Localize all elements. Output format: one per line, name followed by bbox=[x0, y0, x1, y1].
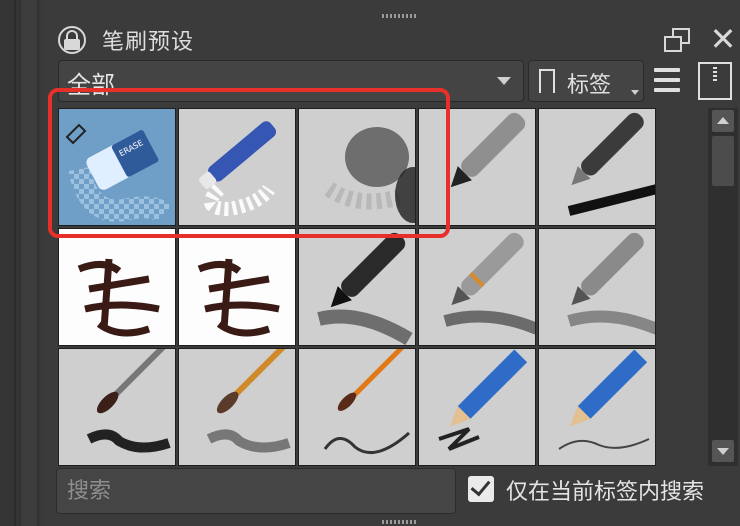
lock-icon[interactable] bbox=[58, 26, 86, 54]
preset-tile-calligraphy-2[interactable] bbox=[178, 228, 296, 346]
scroll-up-icon[interactable] bbox=[712, 110, 734, 132]
search-input[interactable] bbox=[56, 468, 456, 514]
preset-tile-calligraphy-1[interactable] bbox=[58, 228, 176, 346]
dock-handle[interactable] bbox=[20, 0, 38, 526]
close-icon[interactable]: ✕ bbox=[708, 22, 738, 56]
checkmark-icon bbox=[470, 475, 491, 497]
filter-in-tag-label: 仅在当前标签内搜索 bbox=[506, 480, 705, 505]
float-icon[interactable] bbox=[664, 26, 692, 54]
left-dock-edge bbox=[0, 0, 40, 526]
scroll-down-icon[interactable] bbox=[712, 440, 734, 462]
bookmark-icon bbox=[539, 69, 555, 94]
selection-highlight-box bbox=[48, 88, 450, 238]
chevron-down-icon bbox=[497, 77, 511, 85]
preset-scrollbar[interactable] bbox=[708, 108, 738, 466]
preset-tile-brush-orange-1[interactable] bbox=[178, 348, 296, 466]
scroll-thumb[interactable] bbox=[712, 136, 734, 186]
preset-tile-pencil-blue-2[interactable] bbox=[538, 348, 656, 466]
docker-title: 笔刷预设 bbox=[102, 30, 195, 55]
preset-tile-pencil-blue-1[interactable] bbox=[418, 348, 536, 466]
tag-button[interactable]: 标签 bbox=[528, 60, 644, 102]
preset-tile-marker-black[interactable] bbox=[298, 228, 416, 346]
preset-tile-brush-dark[interactable] bbox=[58, 348, 176, 466]
dropdown-arrow-icon bbox=[631, 90, 639, 95]
dock-divider bbox=[14, 0, 16, 526]
preset-tile-ink-pen[interactable] bbox=[538, 108, 656, 226]
tag-button-label: 标签 bbox=[567, 73, 612, 98]
brush-presets-docker: 笔刷预设 ✕ 全部 标签 ERASE 搜索 仅在当前标签内搜索 bbox=[44, 0, 740, 526]
docker-title-bar: 笔刷预设 ✕ bbox=[44, 20, 740, 60]
preset-tile-pen-silver-orange[interactable] bbox=[418, 228, 536, 346]
top-grip-handle[interactable] bbox=[382, 14, 418, 18]
filter-in-tag-checkbox[interactable] bbox=[468, 475, 494, 502]
storage-icon[interactable] bbox=[698, 62, 732, 100]
menu-icon[interactable] bbox=[654, 68, 680, 92]
bottom-grip-handle[interactable] bbox=[382, 520, 418, 524]
preset-tile-pen-silver-grey[interactable] bbox=[538, 228, 656, 346]
preset-tile-brush-orange-2[interactable] bbox=[298, 348, 416, 466]
